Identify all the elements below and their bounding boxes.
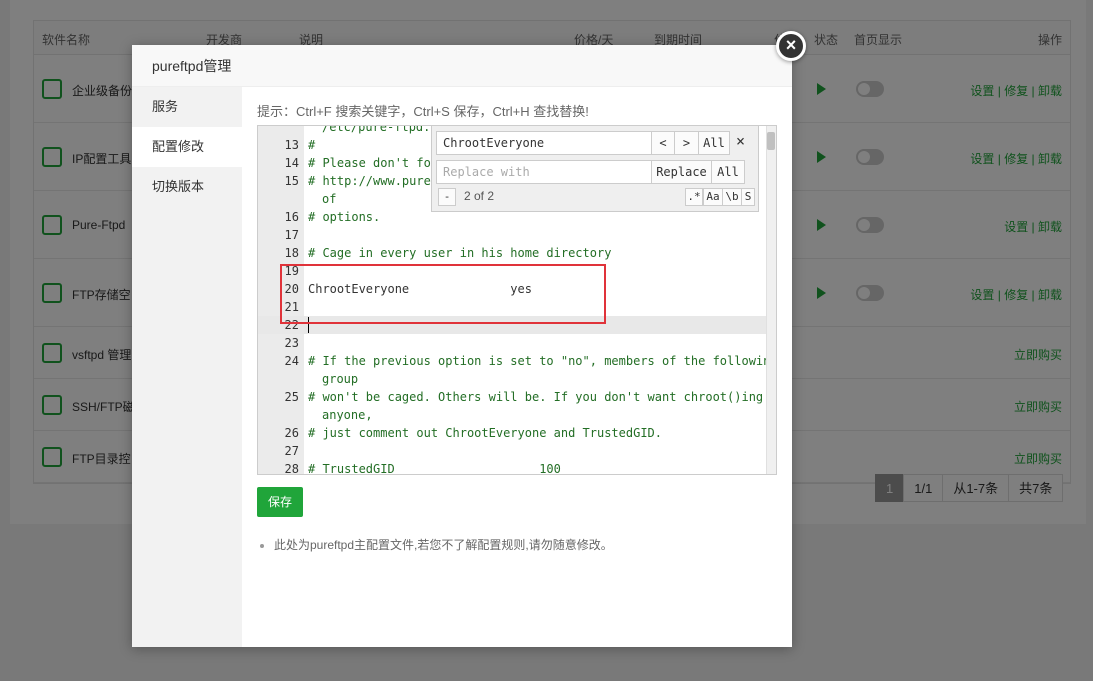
sidebar-item-service[interactable]: 服务 <box>132 87 242 127</box>
close-icon[interactable]: × <box>776 31 806 61</box>
code-line[interactable]: 19 <box>258 262 768 280</box>
code-line[interactable]: anyone, <box>258 406 768 424</box>
search-toggle-button[interactable]: - <box>438 188 456 206</box>
code-line[interactable]: 20 ChrootEveryone yes <box>258 280 768 298</box>
line-number: 27 <box>284 444 299 458</box>
line-text: ChrootEveryone yes <box>308 282 532 296</box>
line-text: # just comment out ChrootEveryone and Tr… <box>308 426 663 440</box>
code-line[interactable]: 17 <box>258 226 768 244</box>
line-number: 24 <box>284 354 299 368</box>
line-number: 19 <box>284 264 299 278</box>
line-number: 28 <box>284 462 299 475</box>
line-text: of <box>322 192 337 206</box>
line-text: # Please don't forg <box>308 156 446 170</box>
line-number: 22 <box>284 318 299 332</box>
find-prev-button[interactable]: < <box>651 131 675 155</box>
line-number: 13 <box>284 138 299 152</box>
scrollbar-thumb[interactable] <box>767 132 775 150</box>
code-line[interactable]: 21 <box>258 298 768 316</box>
line-text: group <box>322 372 359 386</box>
line-text: /etc/pure-ftpd.co <box>322 125 445 134</box>
code-line[interactable]: 23 <box>258 334 768 352</box>
text-cursor <box>308 317 309 333</box>
replace-all-button[interactable]: All <box>711 160 745 184</box>
line-text: # http://www.pureft <box>308 174 446 188</box>
config-note: 此处为pureftpd主配置文件,若您不了解配置规则,请勿随意修改。 <box>260 536 613 553</box>
code-line[interactable]: 25 # won't be caged. Others will be. If y… <box>258 388 768 406</box>
search-close-icon[interactable]: × <box>736 132 745 150</box>
code-line[interactable]: 24 # If the previous option is set to "no… <box>258 352 776 370</box>
config-editor[interactable]: /etc/pure-ftpd.co 13 #14 # Please don't for… <box>257 125 777 475</box>
line-number: 23 <box>284 336 299 350</box>
modal-content: 提示：Ctrl+F 搜索关键字，Ctrl+S 保存，Ctrl+H 查找替换! /… <box>242 87 792 647</box>
find-all-button[interactable]: All <box>698 131 730 155</box>
line-number: 16 <box>284 210 299 224</box>
note-text: 此处为pureftpd主配置文件,若您不了解配置规则,请勿随意修改。 <box>274 538 613 552</box>
replace-input[interactable]: Replace with <box>436 160 652 184</box>
modal-sidebar: 服务 配置修改 切换版本 <box>132 87 242 647</box>
regex-toggle[interactable]: .* <box>685 188 703 206</box>
search-panel: ChrootEveryone < > All × Replace with Re… <box>431 126 759 212</box>
save-button[interactable]: 保存 <box>257 487 303 517</box>
line-text: # options. <box>308 210 381 224</box>
code-line[interactable]: group <box>258 370 768 388</box>
line-number: 20 <box>284 282 299 296</box>
replace-button[interactable]: Replace <box>651 160 712 184</box>
line-number: 17 <box>284 228 299 242</box>
line-text: # TrustedGID 100 <box>308 462 561 475</box>
code-line[interactable]: 22 <box>258 316 768 334</box>
line-text: # Cage in every user in his home directo… <box>308 246 612 260</box>
code-line[interactable]: 26 # just comment out ChrootEveryone and … <box>258 424 768 442</box>
editor-scrollbar[interactable] <box>766 126 776 474</box>
selection-toggle[interactable]: S <box>741 188 755 206</box>
code-line[interactable]: 18 # Cage in every user in his home direc… <box>258 244 768 262</box>
sidebar-item-version[interactable]: 切换版本 <box>132 167 242 207</box>
line-number: 26 <box>284 426 299 440</box>
line-text: # won't be caged. Others will be. If you… <box>308 390 764 404</box>
line-number: 21 <box>284 300 299 314</box>
code-line[interactable]: 28 # TrustedGID 100 <box>258 460 768 475</box>
find-input[interactable]: ChrootEveryone <box>436 131 652 155</box>
code-line[interactable]: 27 <box>258 442 768 460</box>
bullet-icon <box>260 543 264 548</box>
sidebar-item-config[interactable]: 配置修改 <box>132 127 242 167</box>
match-count: 2 of 2 <box>464 189 495 203</box>
find-next-button[interactable]: > <box>674 131 699 155</box>
whole-word-toggle[interactable]: \b <box>722 188 742 206</box>
line-number: 25 <box>284 390 299 404</box>
line-text: anyone, <box>322 408 373 422</box>
pureftpd-modal: pureftpd管理 × 服务 配置修改 切换版本 提示：Ctrl+F 搜索关键… <box>132 31 806 647</box>
line-number: 14 <box>284 156 299 170</box>
modal-title: pureftpd管理 <box>132 45 792 87</box>
line-number: 18 <box>284 246 299 260</box>
case-toggle[interactable]: Aa <box>703 188 723 206</box>
line-text: # <box>308 138 316 152</box>
line-number: 15 <box>284 174 299 188</box>
line-text: # If the previous option is set to "no",… <box>308 354 777 368</box>
shortcut-hint: 提示：Ctrl+F 搜索关键字，Ctrl+S 保存，Ctrl+H 查找替换! <box>257 104 589 119</box>
